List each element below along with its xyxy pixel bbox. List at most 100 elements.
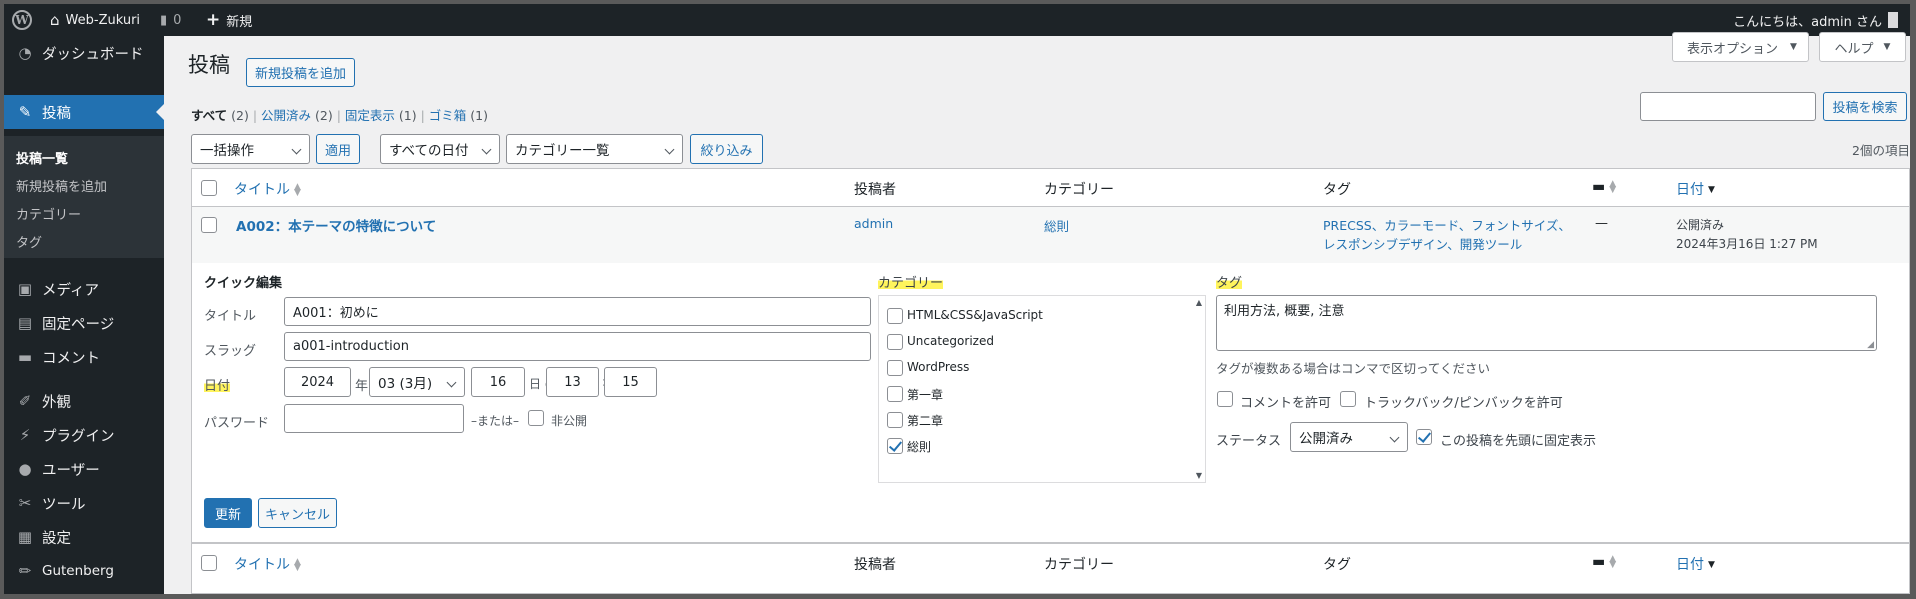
column-title-label: タイトル xyxy=(234,182,290,198)
admin-bar: W ⌂ Web-Zukuri ▮ 0 + 新規 こんにちは、admin さん xyxy=(4,4,1910,36)
add-new-post-button[interactable]: 新規投稿を追加 xyxy=(246,58,356,87)
submenu-categories[interactable]: カテゴリー xyxy=(16,204,81,223)
comments-link[interactable]: ▮ 0 xyxy=(160,4,181,36)
year-input[interactable]: 2024 xyxy=(284,367,351,397)
row-checkbox[interactable] xyxy=(201,217,217,233)
month-select[interactable]: 03 (3月) xyxy=(369,367,465,397)
scroll-down-icon[interactable]: ▼ xyxy=(1196,471,1202,480)
slug-input[interactable]: a001-introduction xyxy=(284,332,871,361)
wrench-icon: ✂ xyxy=(18,494,32,512)
item-count: 2個の項目 xyxy=(1852,143,1910,158)
minute-input[interactable]: 15 xyxy=(604,367,657,397)
resize-handle-icon[interactable]: ◢ xyxy=(1867,340,1874,350)
submenu-tags[interactable]: タグ xyxy=(16,232,42,251)
post-tags[interactable]: PRECSS、カラーモード、フォントサイズ、 レスポンシブデザイン、開発ツール xyxy=(1323,216,1571,254)
menu-label: コメント xyxy=(42,350,100,367)
column-category: カテゴリー xyxy=(1044,182,1114,198)
menu-appearance[interactable]: ✐ 外観 xyxy=(4,384,164,418)
date-filter-value: すべての日付 xyxy=(389,143,469,159)
filter-all[interactable]: すべて xyxy=(191,108,227,123)
help-button[interactable]: ヘルプ ▼ xyxy=(1819,32,1906,62)
search-posts-button[interactable]: 投稿を検索 xyxy=(1823,92,1907,121)
allow-comments-checkbox[interactable] xyxy=(1217,391,1233,407)
filter-trash[interactable]: ゴミ箱 xyxy=(429,108,467,123)
posts-table: タイトル ▲ ▼ 投稿者 カテゴリー タグ ▬ ▲ ▼ 日付 ▼ A002：本テーマの特徴… xyxy=(191,168,1910,594)
cancel-button[interactable]: キャンセル xyxy=(258,498,337,528)
submenu-add-new[interactable]: 新規投稿を追加 xyxy=(16,176,107,195)
category-checkbox[interactable] xyxy=(887,386,903,402)
menu-media[interactable]: ▣ メディア xyxy=(4,272,164,306)
screen-options-button[interactable]: 表示オプション ▼ xyxy=(1672,32,1809,62)
post-author-link[interactable]: admin xyxy=(854,216,893,231)
comments-count: 0 xyxy=(173,12,182,28)
menu-comments[interactable]: ▬ コメント xyxy=(4,340,164,374)
submenu-all-posts[interactable]: 投稿一覧 xyxy=(16,148,68,167)
filter-published[interactable]: 公開済み xyxy=(261,108,311,123)
hour-input[interactable]: 13 xyxy=(546,367,599,397)
column-title[interactable]: タイトル ▲ ▼ xyxy=(234,179,301,199)
date-filter-select[interactable]: すべての日付 xyxy=(380,134,500,164)
allow-pings-checkbox[interactable] xyxy=(1340,391,1356,407)
menu-label: プラグイン xyxy=(42,428,115,445)
category-checkbox[interactable] xyxy=(887,308,903,324)
day-input[interactable]: 16 xyxy=(471,367,525,397)
filter-sticky[interactable]: 固定表示 xyxy=(345,108,395,123)
sort-desc-icon: ▼ xyxy=(1708,185,1715,195)
menu-label: ユーザー xyxy=(42,462,100,479)
menu-settings[interactable]: ▦ 設定 xyxy=(4,520,164,554)
apply-button[interactable]: 適用 xyxy=(316,134,360,164)
search-input[interactable] xyxy=(1640,92,1816,121)
post-category-link[interactable]: 総則 xyxy=(1044,216,1069,235)
menu-pages[interactable]: ▤ 固定ページ xyxy=(4,306,164,340)
site-name-link[interactable]: ⌂ Web-Zukuri xyxy=(50,4,140,36)
column-date-footer[interactable]: 日付 ▼ xyxy=(1676,554,1715,574)
post-title-link[interactable]: A002：本テーマの特徴について xyxy=(236,215,436,235)
title-input[interactable]: A001：初めに xyxy=(284,297,871,326)
filter-all-count: (2) xyxy=(231,108,249,123)
category-filter-select[interactable]: カテゴリー一覧 xyxy=(506,134,683,164)
or-label: –または– xyxy=(471,414,520,428)
status-select[interactable]: 公開済み xyxy=(1290,422,1408,452)
tags-textarea[interactable]: 利用方法, 概要, 注意 ◢ xyxy=(1216,295,1877,351)
column-title-footer[interactable]: タイトル ▲ ▼ xyxy=(234,554,301,574)
select-all-checkbox[interactable] xyxy=(201,180,217,196)
menu-plugins[interactable]: ⚡ プラグイン xyxy=(4,418,164,452)
brush-icon: ✐ xyxy=(18,392,32,410)
wordpress-logo[interactable]: W xyxy=(12,4,32,36)
chevron-down-icon xyxy=(446,377,457,388)
password-input[interactable] xyxy=(284,404,464,433)
category-checkbox[interactable] xyxy=(887,334,903,350)
menu-posts[interactable]: ✎ 投稿 xyxy=(4,95,164,129)
bulk-actions-select[interactable]: 一括操作 xyxy=(191,134,310,164)
category-checklist[interactable]: HTML&CSS&JavaScript Uncategorized WordPr… xyxy=(878,295,1206,483)
menu-label: Gutenberg xyxy=(42,563,114,579)
avatar xyxy=(1888,12,1898,28)
column-date[interactable]: 日付 ▼ xyxy=(1676,179,1715,199)
sticky-checkbox[interactable] xyxy=(1416,429,1432,445)
menu-users[interactable]: ● ユーザー xyxy=(4,452,164,486)
category-checkbox[interactable] xyxy=(887,360,903,376)
filter-button[interactable]: 絞り込み xyxy=(690,134,763,164)
chevron-down-icon xyxy=(1389,432,1400,443)
media-icon: ▣ xyxy=(17,280,33,298)
category-label: WordPress xyxy=(907,360,970,374)
category-checkbox-checked[interactable] xyxy=(887,438,903,454)
column-author-footer: 投稿者 xyxy=(854,557,896,573)
column-comments-footer[interactable]: ▬ ▲ ▼ xyxy=(1592,554,1616,570)
select-all-checkbox-footer[interactable] xyxy=(201,555,217,571)
menu-gutenberg[interactable]: ✏ Gutenberg xyxy=(4,554,164,588)
admin-sidebar: ◔ ダッシュボード ✎ 投稿 投稿一覧 新規投稿を追加 カテゴリー タグ ▣ メディア… xyxy=(4,36,164,594)
menu-label: 設定 xyxy=(42,530,71,547)
post-tags-line1: PRECSS、カラーモード、フォントサイズ、 xyxy=(1323,218,1571,233)
private-checkbox[interactable] xyxy=(528,410,544,426)
caret-down-icon: ▼ xyxy=(1883,42,1891,52)
scroll-up-icon[interactable]: ▲ xyxy=(1196,298,1202,307)
menu-tools[interactable]: ✂ ツール xyxy=(4,486,164,520)
update-button[interactable]: 更新 xyxy=(204,498,252,528)
category-checkbox[interactable] xyxy=(887,412,903,428)
month-value: 03 (3月) xyxy=(378,376,433,392)
column-comments[interactable]: ▬ ▲ ▼ xyxy=(1592,179,1616,195)
menu-dashboard[interactable]: ◔ ダッシュボード xyxy=(4,36,164,70)
new-content-link[interactable]: + 新規 xyxy=(206,4,252,36)
column-title-label: タイトル xyxy=(234,557,290,573)
